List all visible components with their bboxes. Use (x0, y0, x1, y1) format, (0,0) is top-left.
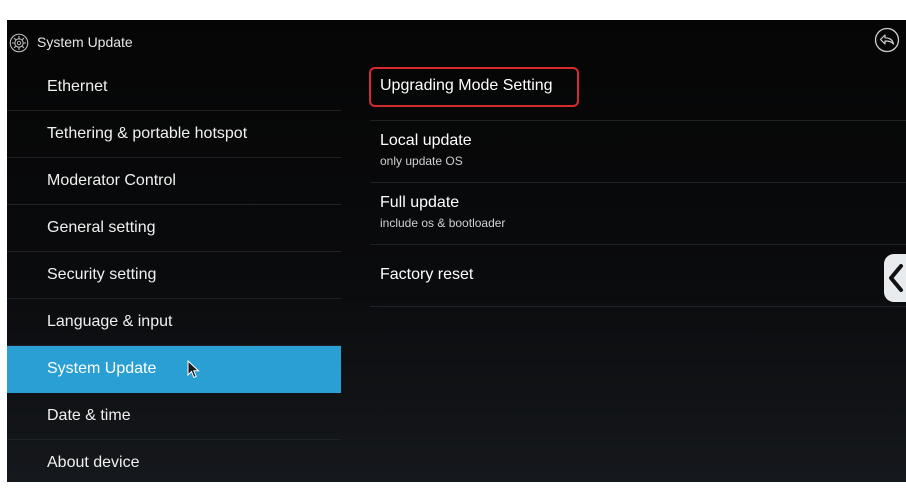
sidebar-item-label: Moderator Control (47, 172, 176, 189)
side-panel-tab[interactable] (884, 254, 906, 302)
title-bar: System Update (7, 20, 906, 64)
sidebar-item-date-time[interactable]: Date & time (7, 393, 341, 440)
settings-screen: System Update Ethernet Tethering & porta… (7, 20, 906, 482)
sidebar-item-general-setting[interactable]: General setting (7, 205, 341, 252)
option-title: Factory reset (380, 266, 474, 283)
sidebar-item-language-input[interactable]: Language & input (7, 299, 341, 346)
local-update-option[interactable]: Local update only update OS (370, 121, 906, 183)
sidebar-item-system-update[interactable]: System Update (7, 346, 341, 393)
sidebar-item-label: About device (47, 454, 140, 471)
gear-icon (9, 33, 29, 53)
option-title: Local update (380, 132, 472, 149)
option-title: Upgrading Mode Setting (380, 77, 553, 94)
option-title: Full update (380, 194, 460, 211)
sidebar: Ethernet Tethering & portable hotspot Mo… (7, 64, 341, 482)
option-subtitle: only update OS (380, 154, 463, 168)
sidebar-item-label: Language & input (47, 313, 173, 330)
sidebar-item-label: Ethernet (47, 78, 108, 95)
sidebar-item-moderator-control[interactable]: Moderator Control (7, 158, 341, 205)
upgrading-mode-setting-option[interactable]: Upgrading Mode Setting (369, 64, 906, 121)
sidebar-item-tethering[interactable]: Tethering & portable hotspot (7, 111, 341, 158)
sidebar-item-label: Date & time (47, 407, 131, 424)
option-subtitle: include os & bootloader (380, 216, 506, 230)
sidebar-item-about-device[interactable]: About device (7, 440, 341, 482)
chevron-left-icon (889, 264, 903, 292)
sidebar-item-label: General setting (47, 219, 156, 236)
sidebar-item-security-setting[interactable]: Security setting (7, 252, 341, 299)
sidebar-item-label: Security setting (47, 266, 157, 283)
factory-reset-option[interactable]: Factory reset (370, 245, 906, 307)
sidebar-item-label: System Update (47, 360, 157, 377)
sidebar-item-label: Tethering & portable hotspot (47, 125, 248, 142)
update-options: Upgrading Mode Setting Local update only… (369, 64, 906, 307)
sidebar-item-ethernet[interactable]: Ethernet (7, 64, 341, 111)
page-title: System Update (37, 34, 133, 50)
back-arrow-icon[interactable] (874, 27, 900, 53)
mouse-pointer-icon (187, 360, 200, 379)
full-update-option[interactable]: Full update include os & bootloader (370, 183, 906, 245)
